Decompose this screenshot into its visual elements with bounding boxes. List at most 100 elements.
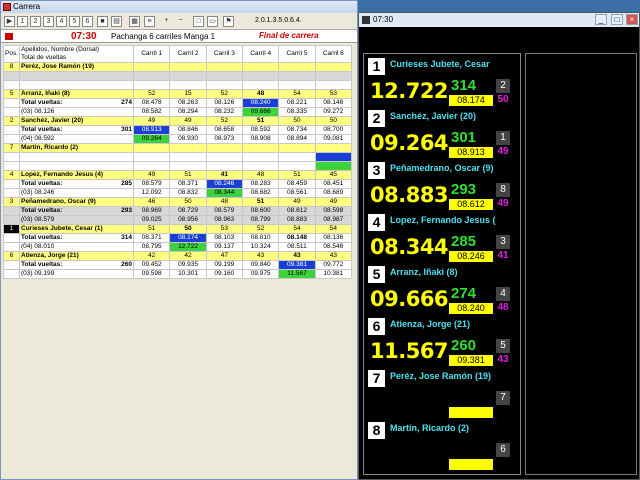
tool-4-icon[interactable]: 4 — [56, 16, 67, 27]
list-icon[interactable]: ≡ — [144, 16, 155, 27]
total-laps-value: 301 — [121, 126, 133, 134]
total-laps-value: 314 — [121, 234, 133, 242]
page-icon[interactable]: □ — [193, 16, 204, 27]
total-laps-label: Total vueltas: — [21, 126, 63, 134]
stop-icon[interactable]: ■ — [97, 16, 108, 27]
play-icon[interactable]: ▶ — [4, 16, 15, 27]
minimize-icon[interactable]: _ — [595, 14, 607, 25]
plus-icon[interactable]: + — [161, 16, 172, 27]
lane-cell-1: 49 — [133, 170, 171, 180]
scoreboard: 1 Curieses Jubete, Cesar 12.722 314 08.174 2 5… — [363, 53, 521, 475]
lane-cell-5: 51 — [278, 170, 316, 180]
table-row[interactable] — [2, 161, 353, 171]
table-row[interactable]: (04) 08.592 09.264 08.930 08.973 08.908 08.89… — [2, 134, 353, 144]
lane-cell-3 — [205, 80, 244, 90]
stop-light-icon — [5, 33, 13, 40]
lane-cell-3: 08.246 — [205, 179, 244, 189]
lane-cell-4: 08.240 — [241, 98, 280, 108]
table-row[interactable]: Total vueltas: 274 08.478 08.263 08.126 08.24… — [2, 98, 353, 108]
lane-cell-5: 54 — [278, 224, 316, 234]
lane-cell-1: 09.598 — [133, 269, 171, 279]
lane-cell-3 — [205, 152, 244, 162]
table-row[interactable] — [2, 80, 353, 90]
lane-cell-4: 43 — [241, 251, 280, 261]
lane-cell-3: 48 — [205, 197, 244, 207]
table-row[interactable]: Total vueltas: 285 08.579 08.371 08.246 08.28… — [2, 179, 353, 189]
table-row[interactable]: 1 Curieses Jubete, Cesar (1) 51 50 53 52 54 54 — [2, 224, 353, 234]
table-row[interactable]: 3 Peñamedrano, Oscar (9) 46 50 48 51 49 49 — [2, 197, 353, 207]
table-row[interactable]: 8 Peréz, Jose Ramón (19) — [2, 62, 353, 72]
table-row[interactable]: (03) 08.126 08.582 08.294 08.232 09.666 08.33… — [2, 107, 353, 117]
lane-number: 3 — [496, 235, 510, 249]
tool-6-icon[interactable]: 6 — [82, 16, 93, 27]
close-icon[interactable]: × — [626, 14, 638, 25]
table-row[interactable]: 5 Arranz, Iñaki (8) 52 15 52 48 54 53 — [2, 89, 353, 99]
tool-2-icon[interactable]: 2 — [30, 16, 41, 27]
table-row[interactable]: 6 Atienza, Jorge (21) 42 42 47 43 43 43 — [2, 251, 353, 261]
table-row[interactable]: Total vueltas: 293 08.969 08.729 08.579 08.60… — [2, 206, 353, 216]
gap-value: 43 — [497, 354, 509, 365]
lane-cell-2: 51 — [169, 170, 207, 180]
position-cell — [2, 134, 21, 144]
total-laps-value: 285 — [121, 180, 133, 188]
lane-cell-1: 09.264 — [133, 134, 171, 144]
lane-cell-6: 08.546 — [314, 242, 353, 252]
table-row[interactable] — [2, 152, 353, 162]
driver-info-cell: Total vueltas: 260 — [19, 260, 135, 270]
lane-cell-1: 09.452 — [133, 260, 171, 270]
table-row[interactable]: (03) 08.246 12.092 08.832 08.344 08.682 08.56… — [2, 188, 353, 198]
header-lane-6: Carril 6 — [314, 45, 353, 63]
lane-cell-2: 12.722 — [169, 242, 207, 252]
table-row[interactable]: (03) 08.579 09.025 08.956 08.963 08.799 08.88… — [2, 215, 353, 225]
doc-icon[interactable]: ▭ — [207, 16, 218, 27]
lane-cell-5 — [278, 152, 316, 162]
table-row[interactable]: Total vueltas: 260 09.452 09.935 09.199 09.84… — [2, 260, 353, 270]
lane-cell-1 — [133, 71, 171, 81]
lap-count: 285 — [451, 233, 477, 250]
scoreboard-extra-panel — [525, 53, 637, 475]
minus-icon[interactable]: − — [175, 16, 186, 27]
lane-cell-6: 08.987 — [314, 215, 353, 225]
table-row[interactable]: 4 Lopez, Fernando Jesus (4) 49 51 41 48 51 45 — [2, 170, 353, 180]
table-row[interactable] — [2, 71, 353, 81]
lane-cell-2: 08.294 — [169, 107, 207, 117]
lane-cell-1: 12.092 — [133, 188, 171, 198]
position-cell: 8 — [2, 62, 21, 72]
maximize-icon[interactable]: □ — [611, 14, 623, 25]
tool-1-icon[interactable]: 1 — [17, 16, 28, 27]
driver-name-cell: Martin, Ricardo (2) — [19, 143, 135, 153]
table-row[interactable]: Total vueltas: 301 08.913 08.846 08.658 08.59… — [2, 125, 353, 135]
lane-cell-5: 11.567 — [278, 269, 316, 279]
scoreboard-entry: 1 Curieses Jubete, Cesar 12.722 314 08.174 2 5… — [366, 56, 520, 108]
lane-cell-5: 49 — [278, 197, 316, 207]
position-badge: 7 — [368, 370, 385, 387]
chart-icon[interactable]: ▤ — [111, 16, 122, 27]
position-cell — [2, 98, 21, 108]
lane-cell-3: 41 — [205, 170, 244, 180]
last-lap-time: 08.883 — [370, 183, 449, 207]
lane-cell-5: 08.459 — [278, 179, 316, 189]
lane-number: 7 — [496, 391, 510, 405]
table-row[interactable]: (04) 08.010 08.795 12.722 09.137 10.324 08.51… — [2, 242, 353, 252]
gap-value: 49 — [497, 198, 509, 209]
table-row[interactable]: (03) 09.199 09.598 10.301 09.160 09.975 11.56… — [2, 269, 353, 279]
driver-name: Peñamedrano, Oscar (9) — [390, 163, 494, 173]
lane-cell-4: 08.799 — [241, 215, 280, 225]
table-row[interactable]: 7 Martin, Ricardo (2) — [2, 143, 353, 153]
lap-count: 274 — [451, 285, 477, 302]
lane-cell-5: 08.883 — [278, 215, 316, 225]
lane-cell-5: 50 — [278, 116, 316, 126]
lane-cell-1 — [133, 161, 171, 171]
lane-cell-2: 09.935 — [169, 260, 207, 270]
grid-icon[interactable]: ▦ — [129, 16, 140, 27]
pin-icon[interactable]: ⚑ — [223, 16, 234, 27]
last-lap-time: 12.722 — [370, 79, 449, 103]
tool-3-icon[interactable]: 3 — [43, 16, 54, 27]
table-row[interactable]: Total vueltas: 314 08.371 08.174 08.103 08.01… — [2, 233, 353, 243]
table-row[interactable]: 2 Sanchéz, Javier (20) 49 49 52 51 50 50 — [2, 116, 353, 126]
tool-5-icon[interactable]: 5 — [69, 16, 80, 27]
position-cell — [2, 188, 21, 198]
position-badge: 1 — [368, 58, 385, 75]
lane-cell-3: 08.232 — [205, 107, 244, 117]
lane-cell-6: 53 — [314, 89, 353, 99]
